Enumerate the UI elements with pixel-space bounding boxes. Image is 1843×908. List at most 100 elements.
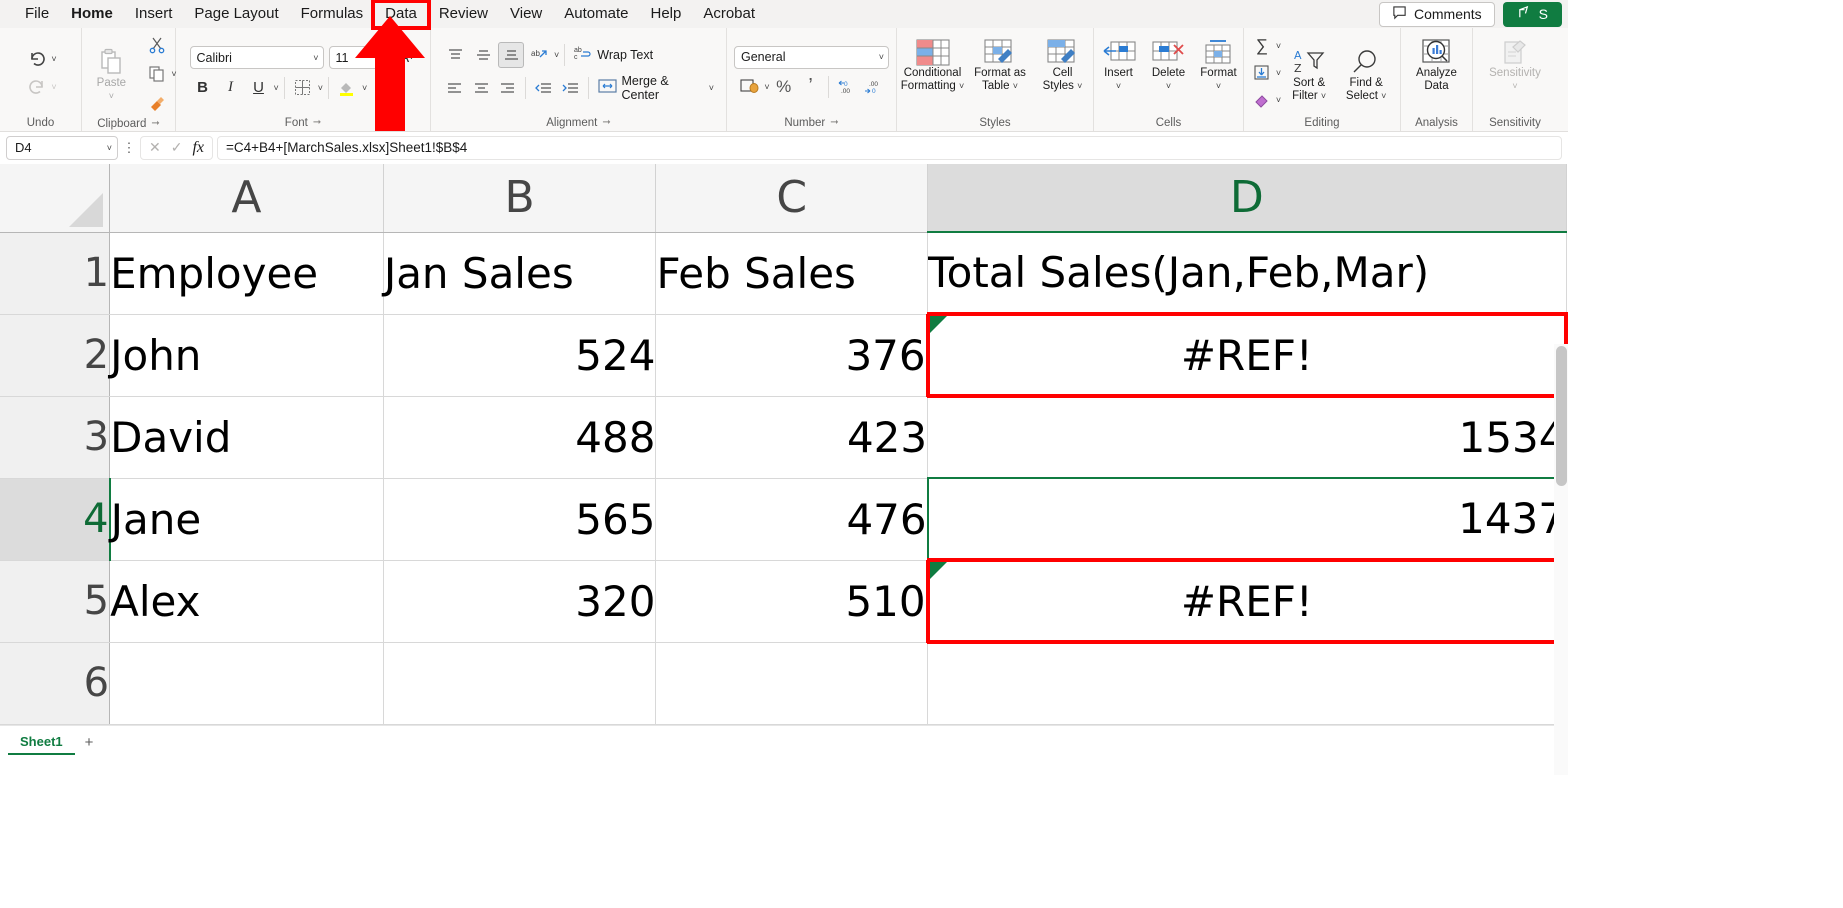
insert-cells-button[interactable]: Insert ˅ <box>1095 33 1143 93</box>
sensitivity-button[interactable]: Sensitivity ˅ <box>1479 33 1551 93</box>
cell-a3[interactable]: David <box>109 396 384 479</box>
tab-acrobat[interactable]: Acrobat <box>692 2 766 27</box>
column-header-c[interactable]: C <box>655 164 929 233</box>
borders-button[interactable] <box>290 75 316 101</box>
decrease-indent-button[interactable] <box>531 75 556 101</box>
cell-b2[interactable]: 524 <box>383 314 657 397</box>
italic-button[interactable]: I <box>218 75 244 101</box>
cell-c2[interactable]: 376 <box>655 314 929 397</box>
orientation-button[interactable]: ab <box>526 42 552 68</box>
conditional-formatting-dropdown-icon[interactable]: ˅ <box>959 81 964 91</box>
delete-cells-dropdown-icon[interactable]: ˅ <box>1166 80 1171 93</box>
decrease-decimal-button[interactable]: .00 0 <box>860 74 886 100</box>
underline-button[interactable]: U <box>246 75 272 101</box>
cell-d1[interactable]: Total Sales(Jan,Feb,Mar) <box>927 232 1567 315</box>
merge-center-dropdown-icon[interactable]: ˅ <box>709 83 714 93</box>
row-header-1[interactable]: 1 <box>0 232 111 315</box>
number-format-select[interactable]: General ˅ <box>734 45 889 69</box>
tab-automate[interactable]: Automate <box>553 2 639 27</box>
row-header-4[interactable]: 4 <box>0 478 111 561</box>
wrap-text-button[interactable]: ab c Wrap Text <box>570 43 657 66</box>
sheet-tab-sheet1[interactable]: Sheet1 <box>8 730 75 755</box>
row-header-5[interactable]: 5 <box>0 560 111 643</box>
tab-review[interactable]: Review <box>428 2 499 27</box>
cell-c1[interactable]: Feb Sales <box>655 232 929 315</box>
column-header-b[interactable]: B <box>383 164 657 233</box>
format-cells-button[interactable]: Format ˅ <box>1195 33 1243 93</box>
paste-dropdown-icon[interactable]: ˅ <box>109 90 114 103</box>
fill-button[interactable] <box>1249 60 1275 86</box>
font-name-dropdown-icon[interactable]: ˅ <box>313 53 318 63</box>
undo-dropdown-icon[interactable]: ˅ <box>51 54 56 64</box>
insert-cells-dropdown-icon[interactable]: ˅ <box>1116 80 1121 93</box>
insert-function-icon[interactable]: fx <box>192 139 204 157</box>
sort-filter-dropdown-icon[interactable]: ˅ <box>1321 91 1326 101</box>
increase-indent-button[interactable] <box>558 75 583 101</box>
cell-a6[interactable] <box>109 642 384 725</box>
find-select-dropdown-icon[interactable]: ˅ <box>1381 91 1386 101</box>
align-left-button[interactable] <box>442 75 467 101</box>
increase-decimal-button[interactable]: 0.00 <box>833 74 859 100</box>
cell-a2[interactable]: John <box>109 314 384 397</box>
tab-page-layout[interactable]: Page Layout <box>183 2 289 27</box>
alignment-dialog-launcher-icon[interactable]: ➞ <box>602 115 610 131</box>
analyze-data-button[interactable]: Analyze Data <box>1406 33 1468 93</box>
formula-bar-more-icon[interactable]: ⋮ <box>122 140 136 156</box>
bold-button[interactable]: B <box>190 75 216 101</box>
sensitivity-dropdown-icon[interactable]: ˅ <box>1512 80 1517 93</box>
undo-button[interactable] <box>24 46 50 72</box>
row-header-2[interactable]: 2 <box>0 314 111 397</box>
align-right-button[interactable] <box>495 75 520 101</box>
name-box-dropdown-icon[interactable]: ˅ <box>107 143 112 153</box>
accounting-format-button[interactable] <box>737 74 763 100</box>
cell-d4[interactable]: 1437 <box>926 477 1568 561</box>
cell-a4[interactable]: Jane <box>109 478 384 561</box>
delete-cells-button[interactable]: Delete ˅ <box>1145 33 1193 93</box>
clear-button[interactable] <box>1249 87 1275 113</box>
cell-a5[interactable]: Alex <box>109 560 384 643</box>
row-header-3[interactable]: 3 <box>0 396 111 479</box>
align-bottom-button[interactable] <box>498 41 524 68</box>
autosum-button[interactable]: ∑ <box>1249 33 1275 59</box>
confirm-edit-icon[interactable]: ✓ <box>171 139 183 156</box>
share-button[interactable]: S <box>1502 1 1562 27</box>
align-top-button[interactable] <box>442 42 468 68</box>
number-dialog-launcher-icon[interactable]: ➞ <box>830 115 838 131</box>
cell-a1[interactable]: Employee <box>109 232 384 315</box>
name-box[interactable]: D4 ˅ <box>6 135 118 160</box>
tab-file[interactable]: File <box>14 2 60 27</box>
merge-center-button[interactable]: Merge & Center ˅ <box>594 72 718 104</box>
format-painter-button[interactable] <box>144 90 170 116</box>
column-header-a[interactable]: A <box>109 164 384 233</box>
cell-d2[interactable]: #REF! <box>925 312 1568 398</box>
comma-style-button[interactable]: ’ <box>798 74 824 100</box>
tab-home[interactable]: Home <box>60 2 124 31</box>
cell-c4[interactable]: 476 <box>655 478 929 561</box>
vertical-scrollbar-thumb[interactable] <box>1556 346 1567 486</box>
cell-b1[interactable]: Jan Sales <box>383 232 657 315</box>
cell-c5[interactable]: 510 <box>655 560 929 643</box>
paste-button[interactable]: Paste ˅ <box>80 43 142 103</box>
column-header-d[interactable]: D <box>927 164 1567 233</box>
format-as-table-button[interactable]: Format as Table ˅ <box>969 33 1032 93</box>
cell-d5[interactable]: #REF! <box>925 558 1568 644</box>
cell-b6[interactable] <box>383 642 657 725</box>
font-dialog-launcher-icon[interactable]: ➞ <box>313 115 321 131</box>
tab-help[interactable]: Help <box>639 2 692 27</box>
format-cells-dropdown-icon[interactable]: ˅ <box>1216 80 1221 93</box>
tab-insert[interactable]: Insert <box>124 2 184 27</box>
cell-d3[interactable]: 1534 <box>927 396 1567 479</box>
conditional-formatting-button[interactable]: Conditional Formatting ˅ <box>899 33 967 93</box>
percent-style-button[interactable]: % <box>771 74 797 100</box>
font-name-input[interactable]: Calibri ˅ <box>189 46 324 69</box>
redo-button[interactable] <box>24 74 50 100</box>
sort-filter-button[interactable]: A Z Sort & Filter ˅ <box>1281 43 1337 103</box>
formula-input[interactable]: =C4+B4+[MarchSales.xlsx]Sheet1!$B$4 <box>217 135 1562 160</box>
cell-b5[interactable]: 320 <box>383 560 657 643</box>
cell-c6[interactable] <box>655 642 929 725</box>
add-sheet-button[interactable]: + <box>75 730 104 755</box>
cell-b3[interactable]: 488 <box>383 396 657 479</box>
clipboard-dialog-launcher-icon[interactable]: ➞ <box>151 116 159 132</box>
cell-styles-dropdown-icon[interactable]: ˅ <box>1077 81 1082 91</box>
cell-b4[interactable]: 565 <box>383 478 657 561</box>
